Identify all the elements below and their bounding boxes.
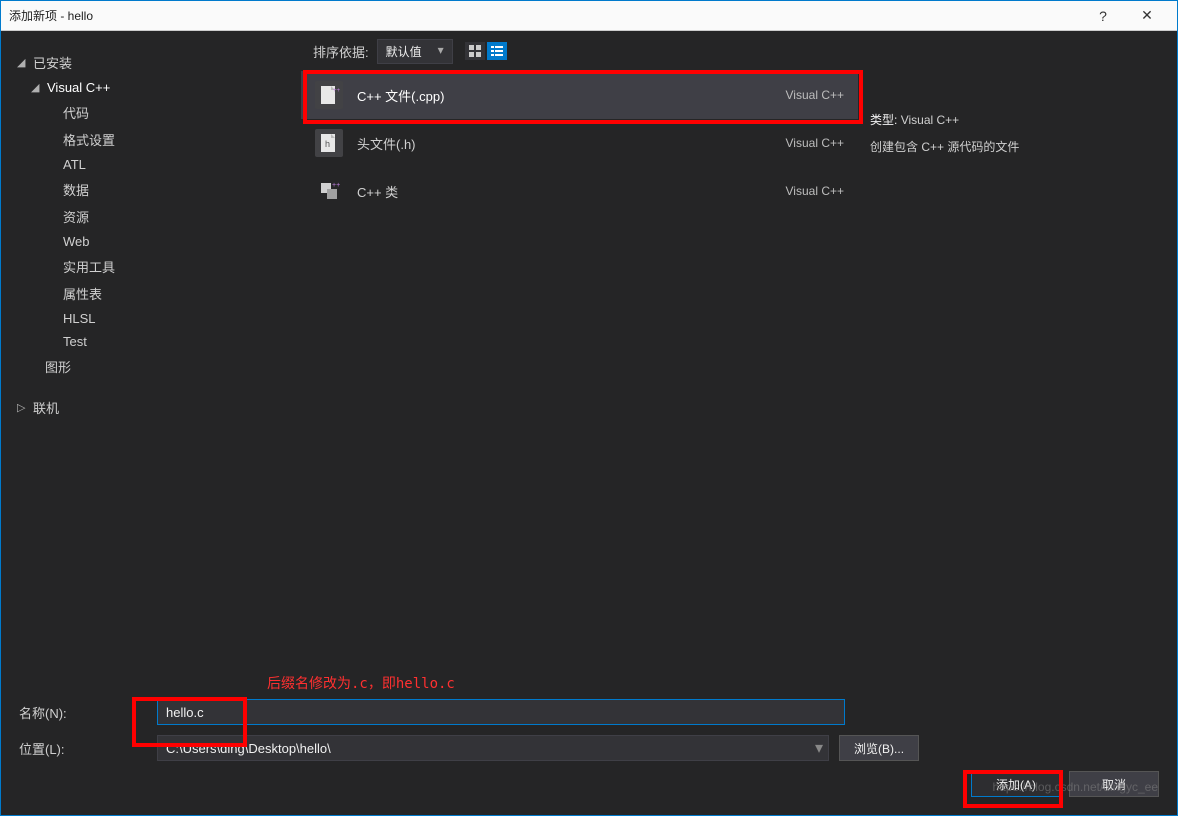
watermark: https://blog.csdn.net/dingyc_ee <box>993 780 1158 794</box>
tree-item-propsheet[interactable]: 属性表 <box>9 280 293 307</box>
template-name: C++ 文件(.cpp) <box>357 86 772 105</box>
tree-label: 实用工具 <box>63 257 115 276</box>
tree-online[interactable]: ▷ 联机 <box>9 394 293 421</box>
location-input[interactable] <box>157 735 829 761</box>
tree-label: Visual C++ <box>47 80 110 95</box>
tree-label: 格式设置 <box>63 130 115 149</box>
tree-label: Web <box>63 234 90 249</box>
desc-text: 创建包含 C++ 源代码的文件 <box>870 138 1165 155</box>
tree-label: 联机 <box>33 398 59 417</box>
tree-item-utility[interactable]: 实用工具 <box>9 253 293 280</box>
view-grid-button[interactable] <box>465 42 485 60</box>
template-lang: Visual C++ <box>786 184 844 198</box>
tree-label: HLSL <box>63 311 96 326</box>
tree-label: 图形 <box>45 357 71 376</box>
tree-label: 资源 <box>63 207 89 226</box>
svg-text:++: ++ <box>332 182 340 189</box>
sort-label: 排序依据: <box>313 42 369 61</box>
template-list: ++ C++ 文件(.cpp) Visual C++ h 头文件(.h) Vis… <box>301 71 858 663</box>
tree-item-resource[interactable]: 资源 <box>9 203 293 230</box>
template-lang: Visual C++ <box>786 136 844 150</box>
caret-down-icon: ◢ <box>31 81 41 94</box>
description-pane: 类型: Visual C++ 创建包含 C++ 源代码的文件 <box>858 71 1177 663</box>
content-row: ++ C++ 文件(.cpp) Visual C++ h 头文件(.h) Vis… <box>301 71 1177 663</box>
tree-item-code[interactable]: 代码 <box>9 99 293 126</box>
name-input[interactable] <box>157 699 845 725</box>
tree-item-graphics[interactable]: 图形 <box>9 353 293 380</box>
tree-item-hlsl[interactable]: HLSL <box>9 307 293 330</box>
cpp-file-icon: ++ <box>315 81 343 109</box>
location-row: 位置(L): ▾ 浏览(B)... <box>19 735 1159 761</box>
action-row: 添加(A) 取消 <box>19 771 1159 797</box>
svg-text:h: h <box>325 139 330 149</box>
tree-visual-cpp[interactable]: ◢ Visual C++ <box>9 76 293 99</box>
template-item-header[interactable]: h 头文件(.h) Visual C++ <box>301 119 858 167</box>
close-button[interactable]: ✕ <box>1125 7 1169 24</box>
sort-dropdown[interactable]: 默认值 <box>377 39 453 64</box>
view-toggle <box>465 42 507 60</box>
tree-installed[interactable]: ◢ 已安装 <box>9 49 293 76</box>
tree-label: 数据 <box>63 180 89 199</box>
tree-item-format[interactable]: 格式设置 <box>9 126 293 153</box>
caret-down-icon: ◢ <box>17 56 27 69</box>
tree-label: 属性表 <box>63 284 102 303</box>
template-item-cpp[interactable]: ++ C++ 文件(.cpp) Visual C++ <box>301 71 858 119</box>
toolbar: 排序依据: 默认值 <box>301 31 1177 71</box>
dialog-window: 添加新项 - hello ? ✕ ◢ 已安装 ◢ Visual C++ 代码 格式设… <box>0 0 1178 816</box>
browse-button[interactable]: 浏览(B)... <box>839 735 919 761</box>
template-lang: Visual C++ <box>786 88 844 102</box>
help-button[interactable]: ? <box>1081 8 1125 24</box>
titlebar: 添加新项 - hello ? ✕ <box>1 1 1177 31</box>
dialog-body: ◢ 已安装 ◢ Visual C++ 代码 格式设置 ATL 数据 资源 Web 实… <box>1 31 1177 663</box>
sort-value: 默认值 <box>386 45 422 59</box>
tree-item-data[interactable]: 数据 <box>9 176 293 203</box>
category-sidebar: ◢ 已安装 ◢ Visual C++ 代码 格式设置 ATL 数据 资源 Web 实… <box>1 31 301 663</box>
tree-item-atl[interactable]: ATL <box>9 153 293 176</box>
view-list-button[interactable] <box>487 42 507 60</box>
main-area: 排序依据: 默认值 ++ C++ <box>301 31 1177 663</box>
header-file-icon: h <box>315 129 343 157</box>
tree-item-test[interactable]: Test <box>9 330 293 353</box>
template-name: 头文件(.h) <box>357 134 772 153</box>
type-value: Visual C++ <box>901 113 959 127</box>
window-title: 添加新项 - hello <box>9 7 1081 24</box>
name-row: 名称(N): <box>19 699 1159 725</box>
name-label: 名称(N): <box>19 703 149 722</box>
caret-right-icon: ▷ <box>17 401 27 414</box>
tree-label: ATL <box>63 157 86 172</box>
template-item-class[interactable]: ++ C++ 类 Visual C++ <box>301 167 858 215</box>
desc-type: 类型: Visual C++ <box>870 111 1165 128</box>
class-icon: ++ <box>315 177 343 205</box>
annotation-text: 后缀名修改为.c，即hello.c <box>267 673 1159 693</box>
tree-label: 已安装 <box>33 53 72 72</box>
tree-label: Test <box>63 334 87 349</box>
tree-item-web[interactable]: Web <box>9 230 293 253</box>
svg-text:++: ++ <box>333 88 340 94</box>
location-label: 位置(L): <box>19 739 149 758</box>
type-label: 类型: <box>870 113 897 127</box>
tree-label: 代码 <box>63 103 89 122</box>
template-name: C++ 类 <box>357 182 772 201</box>
list-icon <box>491 45 503 57</box>
grid-icon <box>469 45 481 57</box>
